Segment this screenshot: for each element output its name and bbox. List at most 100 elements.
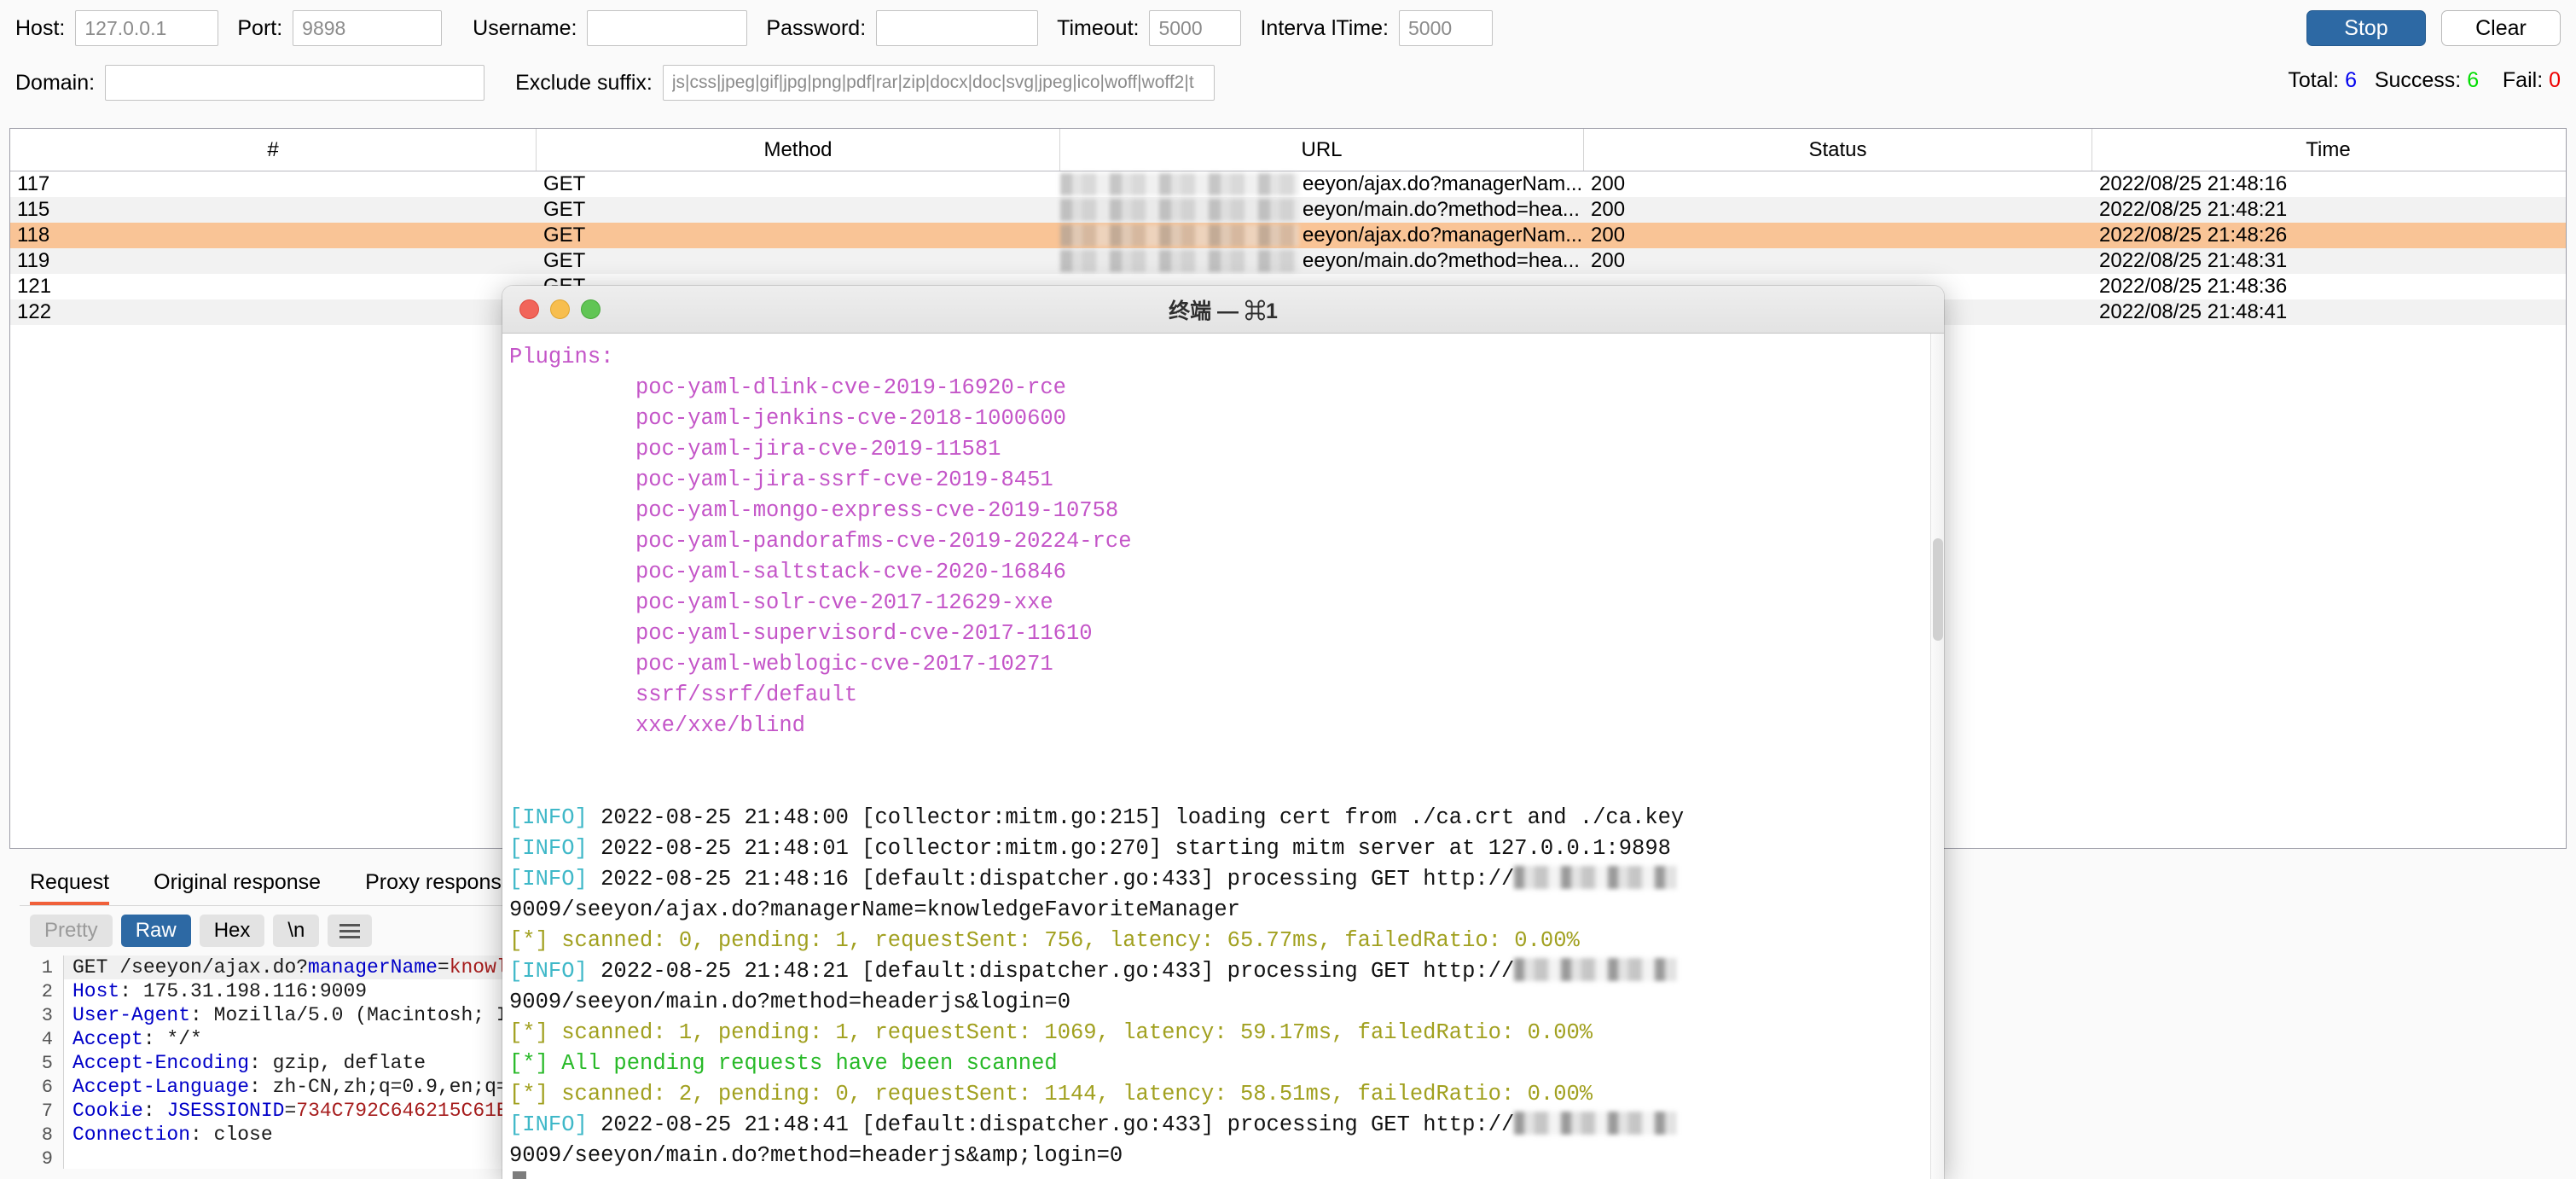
terminal-log-line: [*] scanned: 0, pending: 1, requestSent:… bbox=[509, 928, 1580, 953]
filter-toolbar: Domain: Exclude suffix: Total: 6 Success… bbox=[0, 56, 2576, 109]
line-number: 2 bbox=[20, 979, 64, 1003]
fail-label: Fail: bbox=[2502, 68, 2544, 92]
plugin-item: ssrf/ssrf/default bbox=[635, 682, 858, 707]
terminal-scrollbar[interactable] bbox=[1930, 334, 1944, 1179]
cell-status: 200 bbox=[1591, 249, 1626, 272]
table-row[interactable]: 118 GET eeyon/ajax.do?managerNam... 200 2022… bbox=[10, 223, 2566, 248]
domain-input[interactable] bbox=[105, 65, 485, 101]
stop-button[interactable]: Stop bbox=[2306, 10, 2426, 46]
plugin-item: poc-yaml-jira-ssrf-cve-2019-8451 bbox=[635, 468, 1053, 492]
line-number: 4 bbox=[20, 1027, 64, 1051]
table-row[interactable]: 117 GET eeyon/ajax.do?managerNam... 200 2022… bbox=[10, 171, 2566, 197]
port-input[interactable] bbox=[293, 10, 443, 46]
plugin-item: poc-yaml-jira-cve-2019-11581 bbox=[635, 437, 1001, 462]
username-input[interactable] bbox=[587, 10, 748, 46]
terminal-log-line: [INFO] 2022-08-25 21:48:01 [collector:mi… bbox=[509, 836, 1671, 861]
terminal-log-line: [*] scanned: 2, pending: 0, requestSent:… bbox=[509, 1082, 1593, 1106]
cell-number: 115 bbox=[17, 198, 50, 221]
code-text: Host: 175.31.198.116:9009 bbox=[73, 980, 368, 1002]
terminal-output[interactable]: Plugins: poc-yaml-dlink-cve-2019-16920-rc… bbox=[502, 334, 1944, 1179]
code-text: Accept: */* bbox=[73, 1028, 202, 1050]
tab-original-response[interactable]: Original response bbox=[154, 872, 321, 905]
table-header-row: # Method URL Status Time bbox=[10, 129, 2566, 171]
cell-url: eeyon/main.do?method=hea... bbox=[1060, 248, 1584, 274]
redacted-host bbox=[1060, 199, 1299, 221]
line-number: 8 bbox=[20, 1123, 64, 1147]
cell-method: GET bbox=[543, 249, 586, 272]
tab-request[interactable]: Request bbox=[30, 872, 110, 905]
column-header-time[interactable]: Time bbox=[2092, 129, 2564, 171]
cell-time: 2022/08/25 21:48:36 bbox=[2099, 275, 2288, 298]
code-text: Cookie: JSESSIONID=734C792C646215C61E6 bbox=[73, 1100, 520, 1122]
redacted-host bbox=[1060, 250, 1299, 272]
line-number: 1 bbox=[20, 955, 64, 979]
connection-toolbar: Host: Port: Username: Password: Timeout:… bbox=[0, 0, 2576, 56]
cell-status: 200 bbox=[1591, 172, 1626, 195]
hamburger-icon[interactable] bbox=[328, 915, 373, 947]
code-text: GET /seeyon/ajax.do?managerName=knowle bbox=[73, 956, 520, 979]
interval-time-label: Interva lTime: bbox=[1260, 15, 1389, 40]
plugin-item: poc-yaml-weblogic-cve-2017-10271 bbox=[635, 652, 1053, 677]
username-label: Username: bbox=[473, 15, 577, 40]
cell-time: 2022/08/25 21:48:16 bbox=[2099, 172, 2288, 195]
view-mode-raw[interactable]: Raw bbox=[120, 915, 191, 947]
redacted-host bbox=[1514, 1112, 1677, 1135]
redacted-host bbox=[1060, 173, 1299, 195]
table-row[interactable]: 119 GET eeyon/main.do?method=hea... 200 2022… bbox=[10, 248, 2566, 274]
terminal-scrollbar-thumb[interactable] bbox=[1933, 538, 1943, 641]
total-label: Total: bbox=[2288, 68, 2340, 92]
success-label: Success: bbox=[2374, 68, 2462, 92]
timeout-label: Timeout: bbox=[1057, 15, 1140, 40]
domain-label: Domain: bbox=[15, 70, 96, 95]
view-mode-n[interactable]: \n bbox=[273, 915, 320, 947]
counters: Total: 6 Success: 6 Fail: 0 bbox=[2288, 68, 2561, 93]
fail-value: 0 bbox=[2549, 68, 2561, 92]
exclude-suffix-input[interactable] bbox=[662, 65, 1215, 101]
plugin-item: poc-yaml-supervisord-cve-2017-11610 bbox=[635, 621, 1093, 646]
cell-time: 2022/08/25 21:48:31 bbox=[2099, 249, 2288, 272]
cell-time: 2022/08/25 21:48:41 bbox=[2099, 300, 2288, 323]
terminal-log-line: [*] scanned: 1, pending: 1, requestSent:… bbox=[509, 1020, 1593, 1045]
plugin-item: poc-yaml-jenkins-cve-2018-1000600 bbox=[635, 406, 1066, 431]
cell-url: eeyon/ajax.do?managerNam... bbox=[1060, 171, 1584, 197]
column-header-number[interactable]: # bbox=[10, 129, 537, 171]
table-row[interactable]: 115 GET eeyon/main.do?method=hea... 200 2022… bbox=[10, 197, 2566, 223]
password-input[interactable] bbox=[876, 10, 1039, 46]
line-number: 6 bbox=[20, 1075, 64, 1099]
clear-button[interactable]: Clear bbox=[2441, 10, 2561, 46]
cell-time: 2022/08/25 21:48:26 bbox=[2099, 224, 2288, 247]
cell-status: 200 bbox=[1591, 198, 1626, 221]
cell-method: GET bbox=[543, 172, 586, 195]
password-label: Password: bbox=[766, 15, 867, 40]
tab-proxy-response[interactable]: Proxy response bbox=[365, 872, 513, 905]
cell-url: eeyon/ajax.do?managerNam... bbox=[1060, 223, 1584, 248]
timeout-input[interactable] bbox=[1149, 10, 1242, 46]
column-header-status[interactable]: Status bbox=[1584, 129, 2092, 171]
redacted-host bbox=[1060, 224, 1299, 247]
interval-time-input[interactable] bbox=[1398, 10, 1493, 46]
redacted-host bbox=[1514, 958, 1677, 981]
column-header-url[interactable]: URL bbox=[1060, 129, 1584, 171]
terminal-titlebar[interactable]: 终端 — ⌘1 bbox=[502, 286, 1944, 334]
cell-number: 119 bbox=[17, 249, 50, 272]
code-text: Accept-Encoding: gzip, deflate bbox=[73, 1052, 426, 1074]
plugin-item: xxe/xxe/blind bbox=[635, 713, 805, 738]
success-value: 6 bbox=[2467, 68, 2480, 92]
view-mode-pretty: Pretty bbox=[30, 915, 113, 947]
code-text: Connection: close bbox=[73, 1124, 273, 1146]
terminal-log-line: [INFO] 2022-08-25 21:48:41 [default:disp… bbox=[506, 1110, 1944, 1141]
view-mode-hex[interactable]: Hex bbox=[199, 915, 265, 947]
plugins-header: Plugins: bbox=[509, 345, 614, 369]
column-header-method[interactable]: Method bbox=[537, 129, 1060, 171]
toolbar-buttons: Stop Clear bbox=[2306, 10, 2561, 46]
port-label: Port: bbox=[237, 15, 283, 40]
cell-method: GET bbox=[543, 198, 586, 221]
terminal-log-line: 9009/seeyon/main.do?method=headerjs&amp;… bbox=[509, 1143, 1123, 1168]
cell-number: 118 bbox=[17, 224, 50, 247]
terminal-window[interactable]: 终端 — ⌘1 Plugins: poc-yaml-dlink-cve-2019-… bbox=[502, 286, 1944, 1179]
line-number: 9 bbox=[20, 1147, 64, 1169]
host-input[interactable] bbox=[75, 10, 219, 46]
terminal-log-line: [INFO] 2022-08-25 21:48:16 [default:disp… bbox=[506, 864, 1944, 895]
terminal-log-line: [INFO] 2022-08-25 21:48:21 [default:disp… bbox=[506, 956, 1944, 987]
